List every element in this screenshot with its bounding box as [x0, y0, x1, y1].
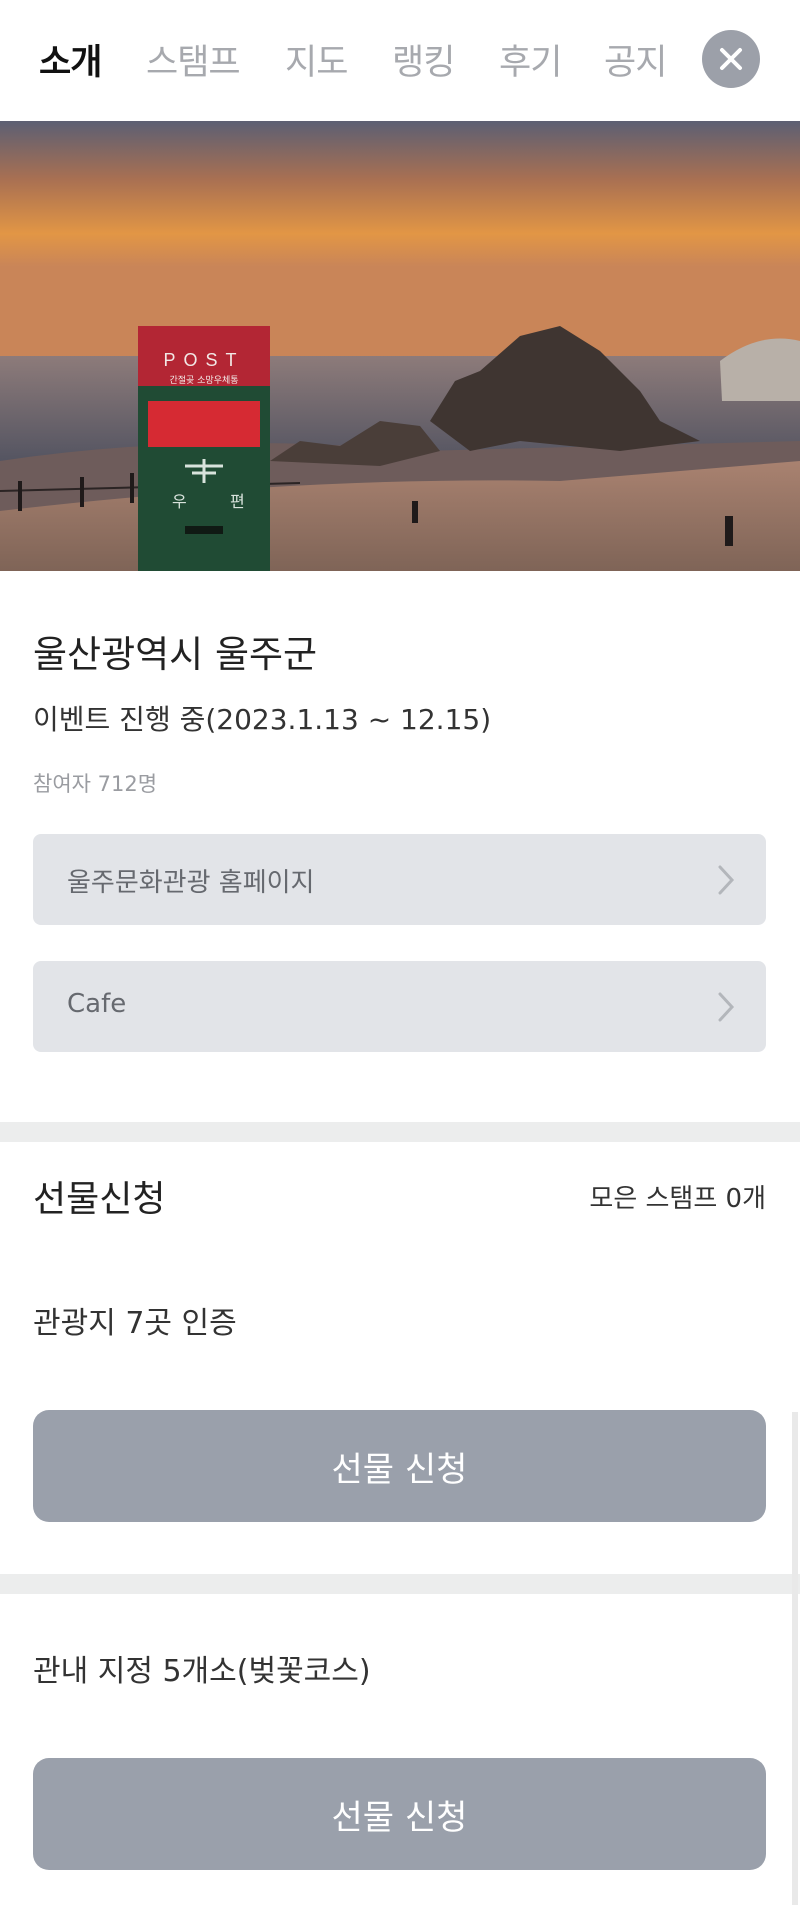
chevron-right-icon: [718, 992, 735, 1022]
gift-request-button[interactable]: 선물 신청: [33, 1410, 766, 1522]
svg-text:간절곶 소망우체통: 간절곶 소망우체통: [169, 374, 238, 386]
tab-ranking[interactable]: 랭킹: [392, 34, 455, 85]
tab-notice[interactable]: 공지: [604, 34, 667, 85]
hero-image: POST 간절곶 소망우체통 우 편: [0, 121, 800, 571]
svg-text:편: 편: [230, 492, 245, 511]
scrollbar[interactable]: [792, 1412, 798, 1905]
cafe-link-button[interactable]: Cafe: [33, 961, 766, 1052]
top-nav: 소개 스탬프 지도 랭킹 후기 공지: [0, 0, 800, 122]
section-divider: [0, 1574, 800, 1594]
tab-stamp[interactable]: 스탬프: [146, 34, 241, 85]
gift-request-button[interactable]: 선물 신청: [33, 1758, 766, 1870]
cafe-link-label: Cafe: [67, 989, 127, 1019]
participant-count: 참여자 712명: [33, 772, 158, 796]
chevron-right-icon: [718, 865, 735, 895]
homepage-link-button[interactable]: 울주문화관광 홈페이지: [33, 834, 766, 925]
close-icon: [720, 48, 742, 70]
tab-map[interactable]: 지도: [285, 34, 348, 85]
stamp-count: 모은 스탬프 0개: [589, 1184, 766, 1214]
close-button[interactable]: [702, 30, 760, 88]
svg-text:POST: POST: [163, 350, 244, 370]
homepage-link-label: 울주문화관광 홈페이지: [67, 868, 315, 898]
region-title: 울산광역시 울주군: [33, 633, 318, 676]
tab-intro[interactable]: 소개: [39, 34, 102, 85]
event-period: 이벤트 진행 중(2023.1.13 ~ 12.15): [33, 703, 492, 736]
gift-section-label: 관광지 7곳 인증: [33, 1306, 237, 1341]
gift-section-label: 관내 지정 5개소(벚꽃코스): [33, 1654, 371, 1689]
svg-text:우: 우: [172, 492, 187, 511]
section-divider: [0, 1122, 800, 1142]
gift-request-title: 선물신청: [33, 1179, 166, 1220]
tab-reviews[interactable]: 후기: [499, 34, 562, 85]
